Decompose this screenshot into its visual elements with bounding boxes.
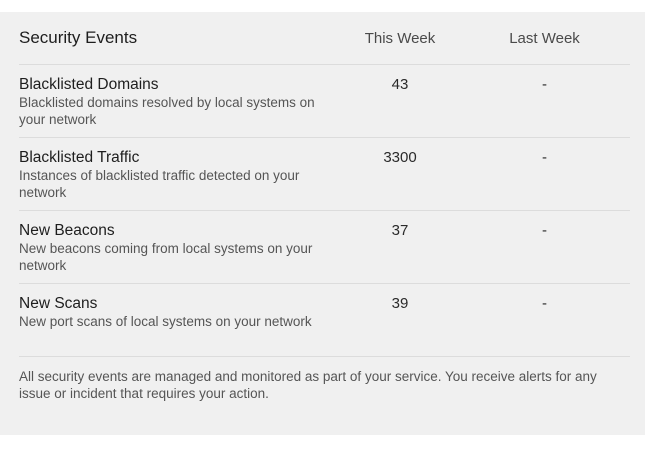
last-week-value: - bbox=[542, 76, 547, 93]
event-cell: New Scans New port scans of local system… bbox=[19, 294, 341, 330]
event-description: Blacklisted domains resolved by local sy… bbox=[19, 95, 315, 127]
column-header-this-week: This Week bbox=[364, 29, 436, 47]
event-name: Blacklisted Traffic bbox=[19, 149, 140, 166]
event-description: New beacons coming from local systems on… bbox=[19, 241, 313, 273]
table-row: Blacklisted Domains Blacklisted domains … bbox=[19, 65, 630, 138]
security-events-panel: Security Events This Week Last Week Blac… bbox=[0, 12, 645, 435]
this-week-value: 43 bbox=[391, 76, 409, 93]
event-description: New port scans of local systems on your … bbox=[19, 314, 312, 329]
table-title: Security Events bbox=[19, 28, 138, 47]
this-week-value: 39 bbox=[391, 295, 409, 312]
table-row: Blacklisted Traffic Instances of blackli… bbox=[19, 138, 630, 211]
event-description: Instances of blacklisted traffic detecte… bbox=[19, 168, 300, 200]
last-week-value: - bbox=[542, 222, 547, 239]
table-header: Security Events This Week Last Week bbox=[19, 12, 630, 65]
event-cell: Blacklisted Domains Blacklisted domains … bbox=[19, 75, 341, 128]
event-cell: Blacklisted Traffic Instances of blackli… bbox=[19, 148, 341, 201]
event-name: New Scans bbox=[19, 295, 98, 312]
table-row: New Beacons New beacons coming from loca… bbox=[19, 211, 630, 284]
last-week-value: - bbox=[542, 295, 547, 312]
this-week-value: 37 bbox=[391, 222, 409, 239]
table-row: New Scans New port scans of local system… bbox=[19, 284, 630, 357]
event-name: Blacklisted Domains bbox=[19, 76, 159, 93]
column-header-last-week: Last Week bbox=[509, 29, 580, 47]
event-name: New Beacons bbox=[19, 222, 115, 239]
footer-note: All security events are managed and moni… bbox=[19, 369, 597, 401]
this-week-value: 3300 bbox=[383, 149, 417, 166]
last-week-value: - bbox=[542, 149, 547, 166]
event-cell: New Beacons New beacons coming from loca… bbox=[19, 221, 341, 274]
